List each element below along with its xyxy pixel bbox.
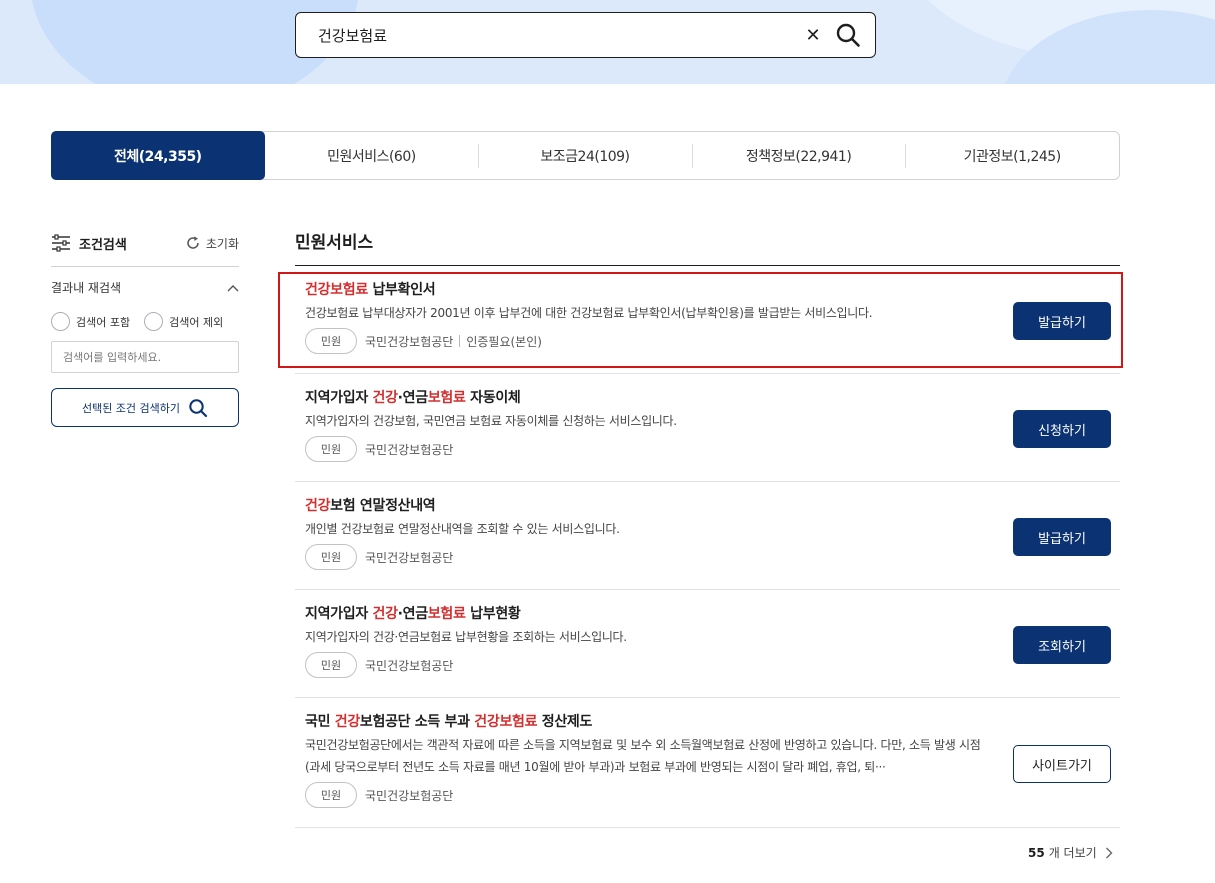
item-description: 지역가입자의 건강보험, 국민연금 보험료 자동이체를 신청하는 서비스입니다. xyxy=(305,414,677,428)
item-title[interactable]: 건강보험 연말정산내역 xyxy=(305,495,1110,515)
agency-name: 국민건강보험공단 xyxy=(365,788,454,803)
keyword-highlight: 보험료 xyxy=(427,606,466,622)
title-text: 지역가입자 xyxy=(305,606,373,622)
item-title[interactable]: 지역가입자 건강·연금보험료 납부현황 xyxy=(305,603,1110,623)
category-tabs: 전체(24,355) 민원서비스(60) 보조금24(109) 정책정보(22,941… xyxy=(51,131,1120,180)
title-text: 지역가입자 xyxy=(305,390,373,406)
chevron-right-icon xyxy=(1105,847,1113,858)
agency-name: 국민건강보험공단 xyxy=(365,442,454,457)
tab-4[interactable]: 기관정보(1,245) xyxy=(905,132,1119,179)
list-item: 지역가입자 건강·연금보험료 자동이체지역가입자의 건강보험, 국민연금 보험료… xyxy=(295,374,1120,482)
section-title: 민원서비스 xyxy=(295,228,1120,266)
item-meta: 민원 국민건강보험공단 xyxy=(305,436,1110,462)
refine-input[interactable] xyxy=(51,341,239,373)
item-meta: 민원 국민건강보험공단 xyxy=(305,782,1110,808)
search-input[interactable] xyxy=(318,26,803,44)
refine-label: 결과내 재검색 xyxy=(51,281,122,295)
reset-button[interactable]: 초기화 xyxy=(185,235,239,252)
category-badge: 민원 xyxy=(305,652,357,678)
list-item: 지역가입자 건강·연금보험료 납부현황지역가입자의 건강·연금보험료 납부현황을… xyxy=(295,590,1120,698)
more-count: 55 xyxy=(1028,845,1045,860)
tab-3[interactable]: 정책정보(22,941) xyxy=(691,132,906,179)
filter-sidebar: 조건검색 초기화 결과내 재검색 검색어 포함 검색어 제외 선택된 조건 검색… xyxy=(51,230,239,427)
item-meta: 민원 국민건강보험공단 xyxy=(305,544,1110,570)
title-text: 자동이체 xyxy=(465,390,521,406)
action-button[interactable]: 조회하기 xyxy=(1013,626,1111,664)
title-text: 납부현황 xyxy=(465,606,521,622)
divider xyxy=(51,266,239,267)
filter-title-label: 조건검색 xyxy=(79,237,127,253)
agency-name: 국민건강보험공단 xyxy=(365,550,454,565)
radio-exclude[interactable]: 검색어 제외 xyxy=(144,312,223,331)
refine-toggle[interactable]: 결과내 재검색 xyxy=(51,279,239,296)
tab-2[interactable]: 보조금24(109) xyxy=(478,132,692,179)
clear-icon[interactable]: ✕ xyxy=(803,25,823,46)
apply-conditions-label: 선택된 조건 검색하기 xyxy=(81,401,181,415)
search-icon[interactable] xyxy=(835,22,861,48)
category-badge: 민원 xyxy=(305,328,357,354)
refresh-icon xyxy=(187,236,199,249)
search-box: ✕ xyxy=(295,12,876,58)
meta-separator xyxy=(459,335,461,347)
sliders-icon xyxy=(52,234,70,252)
item-description: 개인별 건강보험료 연말정산내역을 조회할 수 있는 서비스입니다. xyxy=(305,522,620,536)
chevron-up-icon xyxy=(227,284,239,291)
action-button[interactable]: 발급하기 xyxy=(1013,518,1111,556)
more-link[interactable]: 55 개 더보기 xyxy=(1028,844,1113,861)
item-title[interactable]: 지역가입자 건강·연금보험료 자동이체 xyxy=(305,387,1110,407)
tab-1[interactable]: 민원서비스(60) xyxy=(265,132,479,179)
radio-include[interactable]: 검색어 포함 xyxy=(51,312,130,331)
item-description: 건강보험료 납부대상자가 2001년 이후 납부건에 대한 건강보험료 납부확인… xyxy=(305,306,873,320)
filter-title: 조건검색 xyxy=(51,234,127,253)
item-meta: 민원 국민건강보험공단 xyxy=(305,652,1110,678)
keyword-highlight: 건강 xyxy=(372,390,398,406)
keyword-highlight: 건강 xyxy=(372,606,398,622)
item-description: 지역가입자의 건강·연금보험료 납부현황을 조회하는 서비스입니다. xyxy=(305,630,627,644)
action-button[interactable]: 발급하기 xyxy=(1013,302,1111,340)
keyword-highlight: 건강 xyxy=(305,498,331,514)
search-icon xyxy=(189,398,208,417)
apply-conditions-button[interactable]: 선택된 조건 검색하기 xyxy=(51,388,239,427)
list-item: 국민 건강보험공단 소득 부과 건강보험료 정산제도국민건강보험공단에서는 객관… xyxy=(295,698,1120,828)
agency-name: 국민건강보험공단 xyxy=(365,334,454,349)
title-text: 보험공단 소득 부과 xyxy=(359,714,475,730)
category-badge: 민원 xyxy=(305,544,357,570)
keyword-highlight: 건강 xyxy=(334,714,360,730)
agency-name: 국민건강보험공단 xyxy=(365,658,454,673)
keyword-highlight: 보험료 xyxy=(427,390,466,406)
title-text: 국민 xyxy=(305,714,335,730)
action-button[interactable]: 사이트가기 xyxy=(1013,745,1111,783)
more-label: 개 더보기 xyxy=(1048,846,1097,860)
auth-requirement: 인증필요(본인) xyxy=(466,334,542,349)
result-list: 건강보험료 납부확인서 건강보험료 납부대상자가 2001년 이후 납부건에 대한… xyxy=(295,266,1120,828)
radio-circle xyxy=(51,312,70,331)
item-title[interactable]: 국민 건강보험공단 소득 부과 건강보험료 정산제도 xyxy=(305,711,1110,731)
radio-exclude-label: 검색어 제외 xyxy=(169,315,224,329)
list-item: 건강보험 연말정산내역개인별 건강보험료 연말정산내역을 조회할 수 있는 서비… xyxy=(295,482,1120,590)
radio-circle xyxy=(144,312,164,331)
title-text: ·연금 xyxy=(397,390,428,406)
keyword-highlight: 건강보험료 xyxy=(474,714,538,730)
title-text: 정산제도 xyxy=(537,714,593,730)
category-badge: 민원 xyxy=(305,436,357,462)
reset-label: 초기화 xyxy=(205,236,239,251)
item-description: 국민건강보험공단에서는 객관적 자료에 따른 소득을 지역보험료 및 보수 외 … xyxy=(305,738,981,774)
item-meta: 민원 국민건강보험공단 인증필요(본인) xyxy=(305,328,1110,354)
list-item: 건강보험료 납부확인서건강보험료 납부대상자가 2001년 이후 납부건에 대한… xyxy=(295,266,1120,374)
results-main: 민원서비스 건강보험료 납부확인서 건강보험료 납부대상자가 2001년 이후 납… xyxy=(295,228,1120,828)
category-badge: 민원 xyxy=(305,782,357,808)
keyword-highlight: 건강보험료 xyxy=(305,282,368,298)
search-hero: ✕ xyxy=(0,0,1215,84)
title-text: ·연금 xyxy=(397,606,428,622)
radio-include-label: 검색어 포함 xyxy=(76,315,131,329)
title-text: 납부확인서 xyxy=(367,282,436,298)
action-button[interactable]: 신청하기 xyxy=(1013,410,1111,448)
title-text: 보험 연말정산내역 xyxy=(330,498,436,514)
item-title[interactable]: 건강보험료 납부확인서 xyxy=(305,279,1110,299)
tab-0[interactable]: 전체(24,355) xyxy=(51,131,265,180)
